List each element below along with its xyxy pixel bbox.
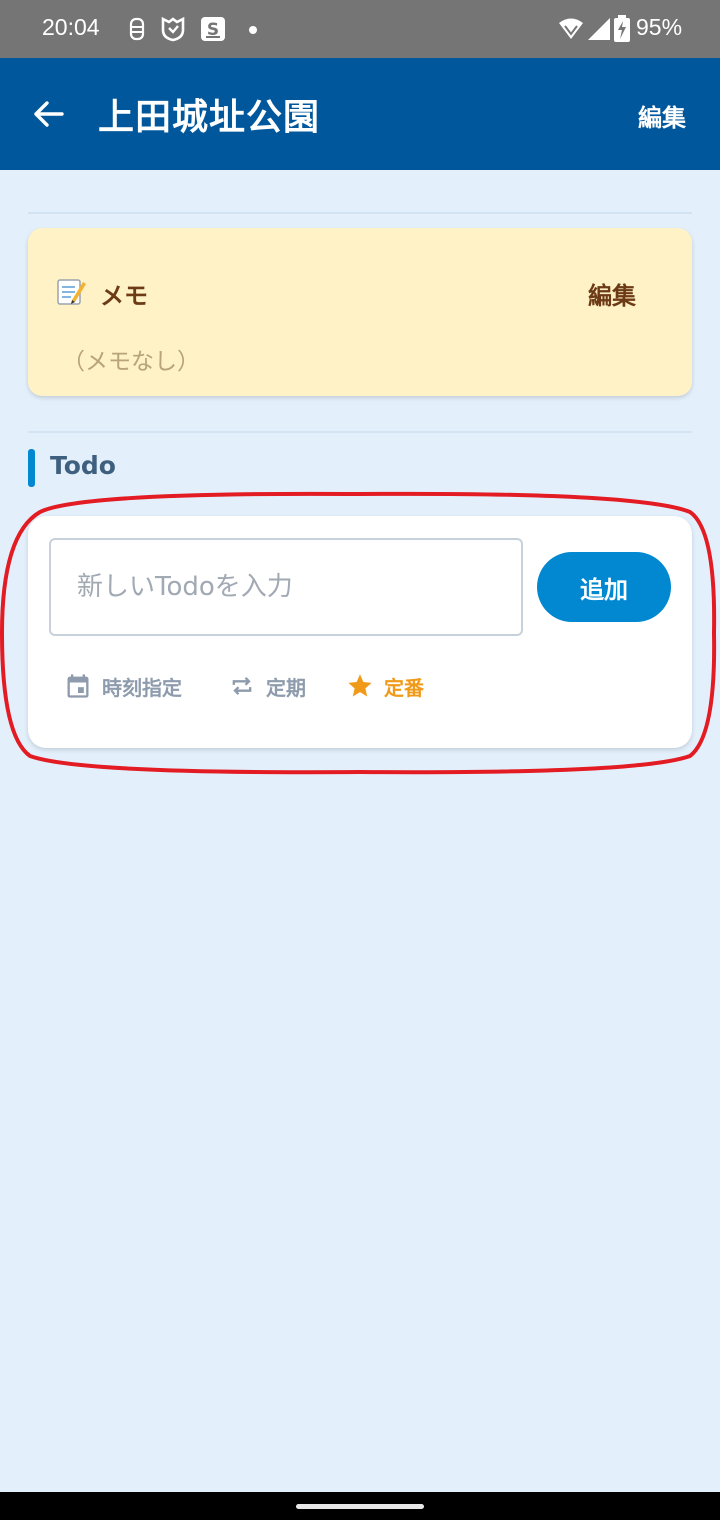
divider <box>28 212 692 214</box>
repeat-icon <box>232 677 252 695</box>
page-title: 上田城址公園 <box>98 97 321 138</box>
battery-charging-icon <box>614 15 630 42</box>
favorite-option-button[interactable]: 定番 <box>346 668 424 704</box>
add-todo-button[interactable]: 追加 <box>537 552 671 622</box>
notification-dot <box>249 26 257 34</box>
favorite-option-label: 定番 <box>384 675 424 700</box>
face-icon <box>129 17 145 41</box>
star-icon <box>348 674 372 697</box>
repeat-option-button[interactable]: 定期 <box>228 668 306 704</box>
memo-edit-button[interactable]: 編集 <box>588 276 636 311</box>
signal-icon <box>588 18 610 40</box>
time-option-button[interactable]: 時刻指定 <box>64 668 182 704</box>
navigation-bar <box>0 1492 720 1520</box>
status-bar: 20:04 S 95% <box>0 0 720 58</box>
shield-icon <box>161 16 185 42</box>
todo-input-card: 追加 時刻指定 定期 定番 <box>28 516 692 748</box>
status-time: 20:04 <box>42 14 100 40</box>
repeat-option-label: 定期 <box>266 675 306 700</box>
edit-button[interactable]: 編集 <box>638 98 686 133</box>
battery-percent: 95% <box>636 14 683 40</box>
time-option-label: 時刻指定 <box>102 675 182 700</box>
arrow-back-icon[interactable] <box>28 92 72 136</box>
section-accent-bar <box>28 449 35 487</box>
todo-heading: Todo <box>50 451 116 480</box>
memo-emoji-icon <box>57 279 86 305</box>
home-handle[interactable] <box>296 1504 424 1509</box>
app-bar: 上田城址公園 編集 <box>0 58 720 170</box>
memo-title: メモ <box>100 282 148 310</box>
wifi-icon <box>559 18 583 39</box>
calendar-icon <box>67 674 89 698</box>
divider <box>28 431 692 433</box>
memo-empty-text: （メモなし） <box>62 349 200 375</box>
memo-card: メモ 編集 （メモなし） <box>28 228 692 396</box>
todo-input[interactable] <box>49 538 523 636</box>
clipboard-icon: S <box>201 17 225 41</box>
